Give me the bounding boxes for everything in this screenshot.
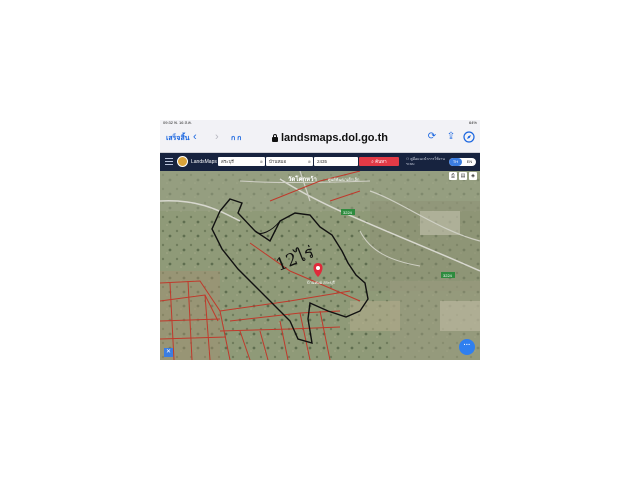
province-select[interactable]: สระบุรี ⊗ [218, 157, 265, 166]
help-manual-label: คู่มือแนะนำการใช้งานระบบ [406, 157, 445, 166]
map-toolbar: ⎙ ▤ ◈ [449, 172, 477, 180]
satellite-map[interactable]: 12ไร่ วัดโคกหว้า ศูนย์พัฒนาเด็กเล็ก 3224… [160, 171, 480, 360]
parcel-number-input[interactable]: 2435 [314, 157, 358, 166]
locate-icon[interactable]: ✕ [164, 348, 173, 357]
language-toggle[interactable]: TH EN [449, 158, 476, 166]
forward-icon[interactable]: › [215, 131, 219, 143]
search-button[interactable]: ⌕ ค้นหา [359, 157, 399, 166]
status-date: พ. 16 ส.ค. [174, 120, 192, 125]
map-canvas: 12ไร่ วัดโคกหว้า ศูนย์พัฒนาเด็กเล็ก 3224… [160, 171, 480, 360]
layers-icon[interactable]: ◈ [469, 172, 477, 180]
more-options-button[interactable]: ··· [459, 339, 475, 355]
app-name: LandsMaps [191, 159, 217, 165]
hamburger-menu-icon[interactable] [165, 158, 173, 166]
chevron-down-icon: ⊗ [307, 159, 311, 164]
road-label: วัดโคกหว้า [288, 175, 317, 183]
reload-icon[interactable]: ⟳ [426, 131, 438, 143]
reader-text-size-button[interactable]: ก ก [231, 133, 241, 144]
browser-toolbar: เสร็จสิ้น ‹ › ก ก landsmaps.dol.go.th ⟳ … [160, 126, 480, 153]
district-value: บ้านหมอ [269, 159, 287, 164]
help-manual-link[interactable]: ⚇ คู่มือแนะนำการใช้งานระบบ [406, 157, 446, 166]
back-icon[interactable]: ‹ [193, 131, 197, 143]
road-sign-2-label: 3224 [443, 273, 453, 278]
app-logo [177, 156, 188, 167]
address-bar[interactable]: landsmaps.dol.go.th [272, 131, 388, 145]
lang-en-option[interactable]: EN [463, 158, 476, 166]
compass-icon[interactable] [463, 131, 475, 143]
search-icon: ⌕ [371, 159, 374, 164]
parcel-number-value: 2435 [317, 159, 328, 164]
device-screen: 09:32 พ. 16 ส.ค. 64% เสร็จสิ้น ‹ › ก ก l… [160, 120, 480, 360]
print-icon[interactable]: ⎙ [449, 172, 457, 180]
map-field [350, 301, 400, 331]
chevron-down-icon: ⊗ [259, 159, 263, 164]
share-icon[interactable]: ⇪ [445, 131, 457, 143]
ruler-icon[interactable]: ▤ [459, 172, 467, 180]
province-value: สระบุรี [221, 159, 234, 164]
status-clock: 09:32 [163, 120, 174, 125]
help-icon: ⚇ [406, 157, 410, 161]
district-select[interactable]: บ้านหมอ ⊗ [266, 157, 313, 166]
road-sign-1-label: 3224 [343, 210, 353, 215]
url-text: landsmaps.dol.go.th [281, 132, 388, 144]
search-button-label: ค้นหา [375, 159, 387, 164]
done-button[interactable]: เสร็จสิ้น [166, 133, 190, 144]
lang-th-option[interactable]: TH [449, 158, 462, 166]
lock-icon [272, 134, 278, 142]
map-field [440, 301, 480, 331]
place-label: ศูนย์พัฒนาเด็กเล็ก [328, 176, 360, 183]
app-header: LandsMaps สระบุรี ⊗ บ้านหมอ ⊗ 2435 ⌕ ค้น… [160, 153, 480, 171]
